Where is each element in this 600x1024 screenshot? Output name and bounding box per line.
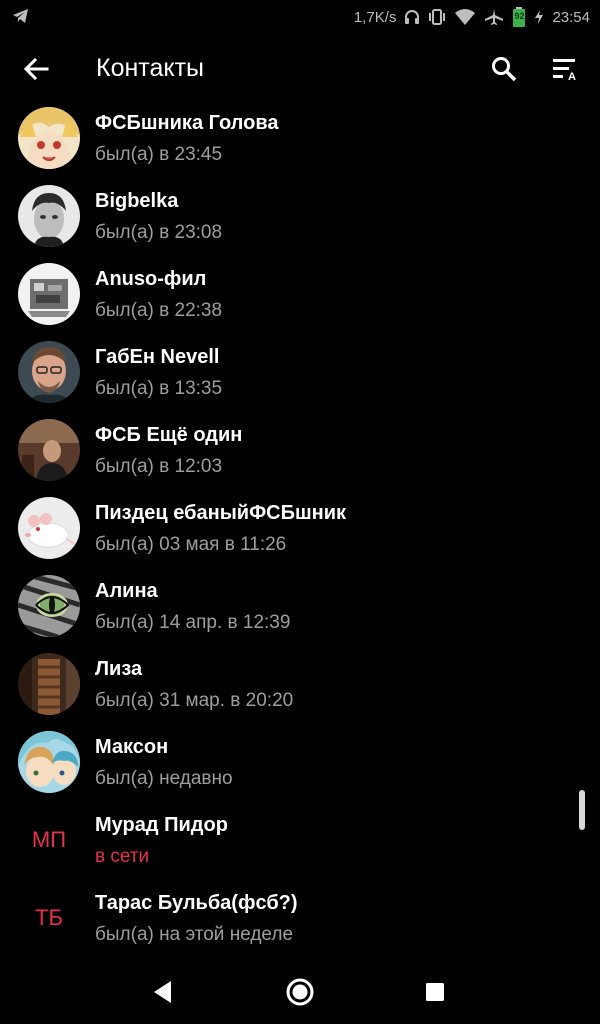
last-seen: был(а) в 12:03 (95, 456, 223, 477)
nav-recent-button[interactable] (417, 974, 453, 1010)
contact-row[interactable]: ФСБ Ещё один был(а) в 12:03 (0, 416, 600, 494)
scrollbar-thumb[interactable] (579, 790, 585, 830)
contacts-screen: 1,7K/s 92 23:54 Контакты A ФСБшника Голо… (0, 0, 600, 1024)
initials-avatar: ТБ (35, 905, 63, 930)
page-title: Контакты (96, 54, 204, 82)
anime-boy-avatar (18, 731, 80, 793)
contact-list: ФСБшника Голова был(а) в 23:45 Bigbelka … (0, 104, 600, 960)
system-nav-bar (0, 960, 600, 1024)
contact-row[interactable]: Лиза был(а) 31 мар. в 20:20 (0, 650, 600, 728)
battery-level: 92 (514, 11, 525, 21)
search-button[interactable] (480, 45, 528, 93)
vibrate-icon (428, 9, 446, 25)
initials-avatar: МП (31, 827, 67, 852)
last-seen: был(а) 03 мая в 11:26 (95, 534, 287, 555)
contact-row[interactable]: ГабЕн Nevell был(а) в 13:35 (0, 338, 600, 416)
white-rat-avatar (18, 497, 80, 559)
contact-name: Лиза (95, 658, 143, 680)
last-seen: был(а) на этой неделе (95, 924, 294, 945)
cat-eye-avatar (18, 575, 80, 637)
contact-row[interactable]: Алина был(а) 14 апр. в 12:39 (0, 572, 600, 650)
battery-icon: 92 (512, 7, 526, 27)
brown-photo-avatar (18, 653, 80, 715)
dark-photo-avatar (18, 419, 80, 481)
contact-name: ФСБшника Голова (95, 112, 279, 134)
nav-recent-icon (426, 983, 444, 1001)
sort-button[interactable]: A (543, 45, 591, 93)
contact-name: Алина (95, 580, 158, 602)
contact-row[interactable]: ФСБшника Голова был(а) в 23:45 (0, 104, 600, 182)
last-seen: был(а) в 22:38 (95, 300, 223, 321)
contact-name: Максон (95, 736, 169, 758)
last-seen: был(а) 31 мар. в 20:20 (95, 690, 294, 711)
wifi-icon (454, 9, 476, 25)
app-bar: Контакты A (0, 34, 600, 104)
contact-name: Bigbelka (95, 190, 179, 212)
contact-row[interactable]: МП Мурад Пидор в сети (0, 806, 600, 884)
nav-home-icon (286, 978, 314, 1006)
man-photo-avatar (18, 341, 80, 403)
contact-name: ФСБ Ещё один (95, 424, 243, 446)
back-button[interactable] (12, 45, 60, 93)
online-status: в сети (95, 846, 150, 867)
last-seen: был(а) в 23:45 (95, 144, 223, 165)
contact-row[interactable]: ТБ Тарас Бульба(фсб?) был(а) на этой нед… (0, 884, 600, 960)
sort-icon: A (553, 59, 576, 81)
airplane-icon (484, 8, 504, 26)
last-seen: был(а) в 13:35 (95, 378, 223, 399)
nav-home-button[interactable] (282, 974, 318, 1010)
headphones-icon (404, 9, 420, 25)
search-icon (492, 57, 517, 82)
charging-icon (534, 10, 544, 24)
back-arrow-icon (23, 57, 49, 81)
contact-row[interactable]: Anuso-фил был(а) в 22:38 (0, 260, 600, 338)
clock: 23:54 (552, 8, 590, 26)
status-bar: 1,7K/s 92 23:54 (0, 0, 600, 34)
last-seen: был(а) 14 апр. в 12:39 (95, 612, 291, 633)
sketch-avatar (18, 263, 80, 325)
contact-name: Anuso-фил (95, 268, 207, 290)
contact-name: Мурад Пидор (95, 814, 228, 836)
contact-name: Пиздец ебаныйФСБшник (95, 502, 347, 524)
contact-row[interactable]: Bigbelka был(а) в 23:08 (0, 182, 600, 260)
last-seen: был(а) в 23:08 (95, 222, 223, 243)
contact-name: Тарас Бульба(фсб?) (95, 892, 298, 914)
nav-back-icon (154, 981, 171, 1003)
anime-girl-avatar (18, 107, 80, 169)
network-speed: 1,7K/s (353, 8, 397, 26)
nav-back-button[interactable] (145, 974, 181, 1010)
contact-name: ГабЕн Nevell (95, 346, 220, 368)
last-seen: был(а) недавно (95, 768, 233, 789)
svg-text:A: A (568, 71, 576, 81)
contact-row[interactable]: Максон был(а) недавно (0, 728, 600, 806)
telegram-icon (12, 8, 30, 24)
contact-row[interactable]: Пиздец ебаныйФСБшник был(а) 03 мая в 11:… (0, 494, 600, 572)
bw-face-avatar (18, 185, 80, 247)
